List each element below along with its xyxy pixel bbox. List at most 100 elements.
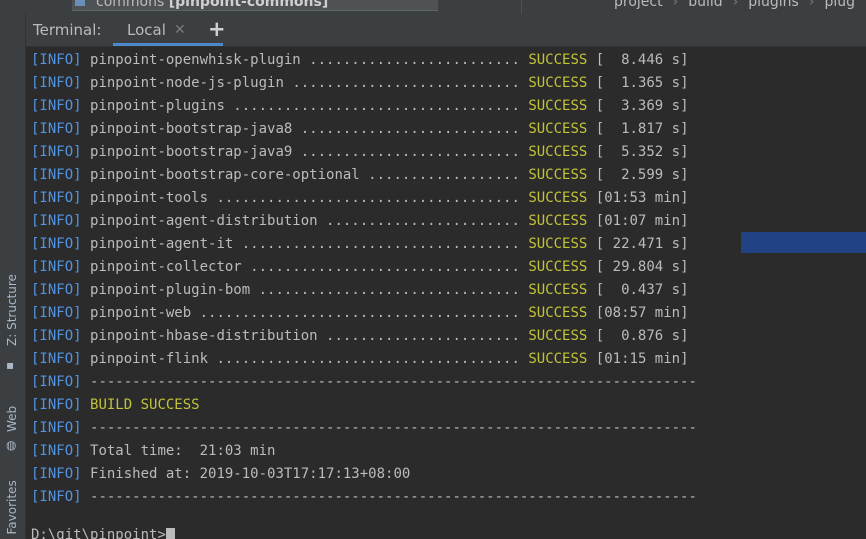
- tab-local-label: Local: [127, 21, 166, 39]
- active-tab-indicator: [113, 43, 223, 46]
- log-level: [INFO]: [31, 305, 82, 321]
- module-name: pinpoint-collector: [90, 259, 242, 275]
- breadcrumb-item[interactable]: project: [614, 0, 663, 10]
- left-tool-stripe: ▪ Z: Structure ◍ Web 2: Favorites: [0, 14, 26, 539]
- dot-leader: .......................: [317, 328, 520, 344]
- editor-tab-title[interactable]: commons [pinpoint-commons]: [96, 0, 328, 10]
- module-name: pinpoint-agent-distribution: [90, 213, 318, 229]
- build-status: SUCCESS: [528, 144, 588, 160]
- log-line: [INFO] pinpoint-plugin-bom .............…: [31, 280, 689, 300]
- build-status: SUCCESS: [528, 351, 588, 367]
- breadcrumb-item[interactable]: plugins: [748, 0, 799, 10]
- breadcrumb-item[interactable]: plug: [824, 0, 855, 10]
- module-name: pinpoint-bootstrap-core-optional: [90, 167, 360, 183]
- module-name: pinpoint-plugin-bom: [90, 282, 251, 298]
- module-name: pinpoint-plugins: [90, 98, 225, 114]
- build-status: SUCCESS: [528, 121, 588, 137]
- build-duration: [ 3.369 s]: [595, 98, 689, 114]
- module-icon: [75, 0, 85, 6]
- dot-leader: ..........................: [292, 121, 520, 137]
- new-terminal-tab-button[interactable]: +: [208, 17, 226, 41]
- dot-leader: ..........................: [292, 144, 520, 160]
- breadcrumb-separator-icon: ›: [672, 0, 679, 10]
- build-status: SUCCESS: [528, 236, 588, 252]
- terminal-title: Terminal:: [33, 21, 102, 39]
- log-level: [INFO]: [31, 374, 82, 390]
- log-line: [INFO] pinpoint-agent-it ...............…: [31, 234, 689, 254]
- log-level: [INFO]: [31, 466, 82, 482]
- dot-leader: ................................: [241, 259, 520, 275]
- build-duration: [ 22.471 s]: [595, 236, 689, 252]
- build-duration: [01:15 min]: [595, 351, 689, 367]
- module-name: pinpoint-hbase-distribution: [90, 328, 318, 344]
- module-name: pinpoint-agent-it: [90, 236, 234, 252]
- breadcrumb-separator-icon: ›: [808, 0, 815, 10]
- sidebar-item-favorites[interactable]: 2: Favorites: [0, 464, 25, 539]
- build-status: SUCCESS: [528, 328, 588, 344]
- dot-leader: ......................................: [191, 305, 520, 321]
- dot-leader: ..................................: [224, 98, 520, 114]
- module-name: pinpoint-flink: [90, 351, 209, 367]
- build-duration: [ 2.599 s]: [595, 167, 689, 183]
- shell-prompt: D:\git\pinpoint>: [31, 527, 166, 539]
- build-duration: [ 0.437 s]: [595, 282, 689, 298]
- log-line: [INFO] pinpoint-bootstrap-java8 ........…: [31, 119, 689, 139]
- log-line: [INFO] Total time: 21:03 min: [31, 441, 275, 461]
- log-line: [INFO] pinpoint-openwhisk-plugin .......…: [31, 50, 689, 70]
- sidebar-item-structure[interactable]: ▪ Z: Structure: [0, 270, 25, 378]
- log-level: [INFO]: [31, 98, 82, 114]
- build-duration: [01:53 min]: [595, 190, 689, 206]
- prompt-line[interactable]: D:\git\pinpoint>: [31, 525, 175, 539]
- build-duration: [ 0.876 s]: [595, 328, 689, 344]
- log-line: [INFO] pinpoint-tools ..................…: [31, 188, 689, 208]
- log-line: [INFO] pinpoint-bootstrap-core-optional …: [31, 165, 689, 185]
- sidebar-item-web[interactable]: ◍ Web: [0, 388, 25, 458]
- build-status: SUCCESS: [528, 52, 588, 68]
- log-line: [INFO] pinpoint-collector ..............…: [31, 257, 689, 277]
- selection-highlight: [741, 232, 866, 253]
- log-level: [INFO]: [31, 144, 82, 160]
- build-status: SUCCESS: [528, 213, 588, 229]
- close-icon[interactable]: ✕: [174, 22, 186, 38]
- terminal-header: Terminal: Local ✕ +: [25, 14, 866, 47]
- log-line: [INFO] pinpoint-bootstrap-java9 ........…: [31, 142, 689, 162]
- build-duration: [ 1.817 s]: [595, 121, 689, 137]
- separator-line: ----------------------------------------…: [90, 420, 697, 436]
- log-line: [INFO] ---------------------------------…: [31, 372, 697, 392]
- dot-leader: ....................................: [208, 190, 520, 206]
- tab-local[interactable]: Local ✕: [113, 14, 223, 46]
- dot-leader: ....................................: [208, 351, 520, 367]
- log-level: [INFO]: [31, 489, 82, 505]
- breadcrumb-item[interactable]: build: [688, 0, 722, 10]
- log-level: [INFO]: [31, 236, 82, 252]
- log-level: [INFO]: [31, 121, 82, 137]
- build-duration: [ 8.446 s]: [595, 52, 689, 68]
- dot-leader: ...............................: [250, 282, 520, 298]
- dot-leader: .................................: [233, 236, 520, 252]
- build-status: SUCCESS: [528, 259, 588, 275]
- log-line: [INFO] pinpoint-flink ..................…: [31, 349, 689, 369]
- log-level: [INFO]: [31, 397, 82, 413]
- module-name: pinpoint-web: [90, 305, 192, 321]
- breadcrumb[interactable]: project › build › plugins › plug: [614, 0, 855, 10]
- dot-leader: .......................: [317, 213, 520, 229]
- build-duration: [08:57 min]: [595, 305, 689, 321]
- build-result: BUILD SUCCESS: [90, 397, 200, 413]
- editor-tab-strip: commons [pinpoint-commons] project › build…: [0, 0, 866, 14]
- log-level: [INFO]: [31, 52, 82, 68]
- terminal-output[interactable]: [INFO] pinpoint-openwhisk-plugin .......…: [26, 47, 866, 539]
- log-level: [INFO]: [31, 282, 82, 298]
- structure-icon: ▪: [6, 358, 15, 372]
- module-name: pinpoint-tools: [90, 190, 209, 206]
- dot-leader: .........................: [300, 52, 520, 68]
- globe-icon: ◍: [6, 438, 17, 452]
- log-level: [INFO]: [31, 420, 82, 436]
- log-line: [INFO] ---------------------------------…: [31, 418, 697, 438]
- separator-line: ----------------------------------------…: [90, 374, 697, 390]
- module-name: pinpoint-node-js-plugin: [90, 75, 284, 91]
- sidebar-item-label: Z: Structure: [5, 274, 19, 346]
- module-name: pinpoint-openwhisk-plugin: [90, 52, 301, 68]
- log-line: [INFO] pinpoint-agent-distribution .....…: [31, 211, 689, 231]
- text-cursor: [165, 528, 175, 539]
- breadcrumb-separator-icon: ›: [732, 0, 739, 10]
